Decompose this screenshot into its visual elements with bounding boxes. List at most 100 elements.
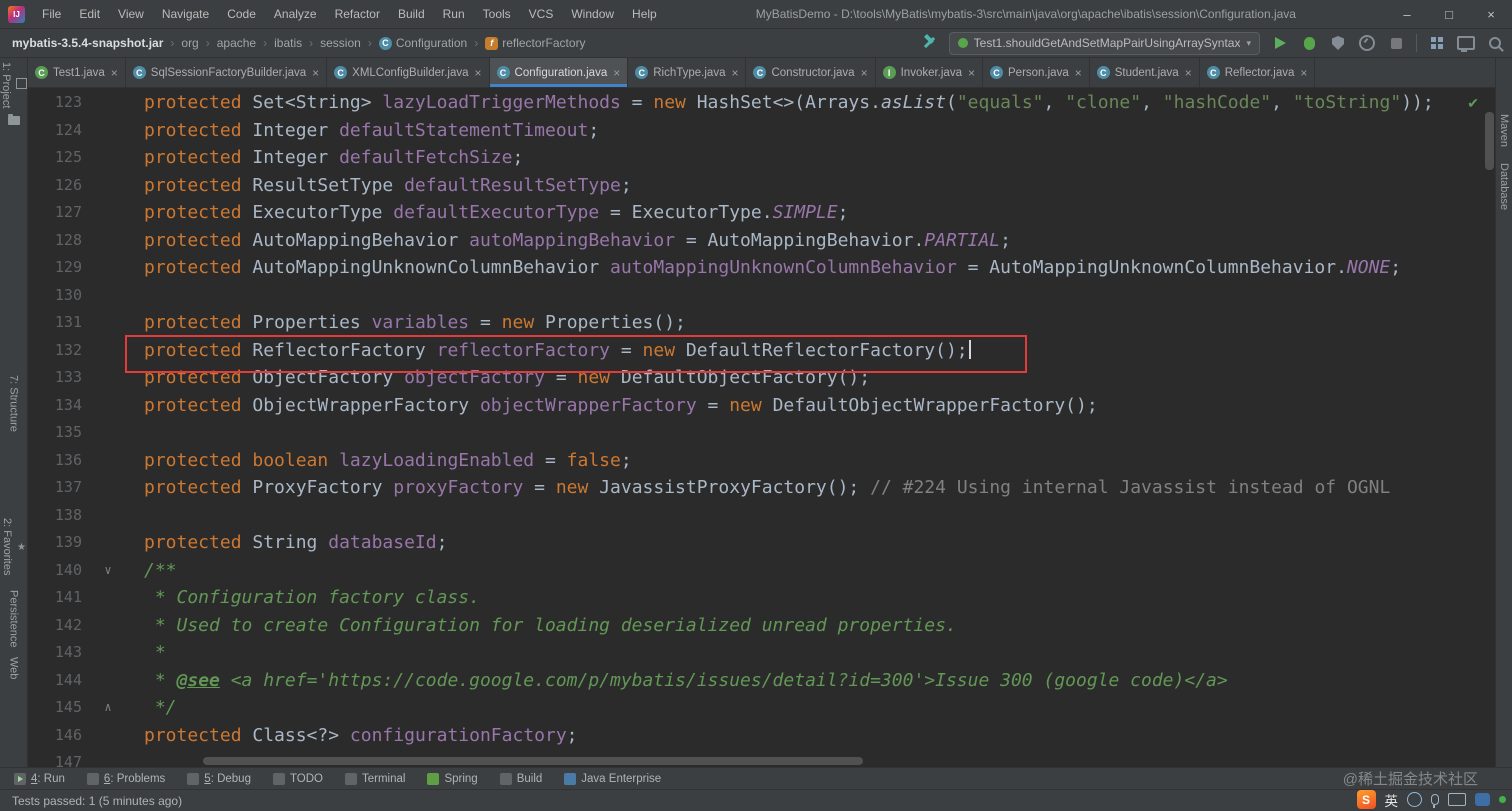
microphone-icon[interactable]	[1431, 794, 1439, 808]
line-number[interactable]: 144	[28, 667, 82, 695]
vertical-scrollbar-thumb[interactable]	[1485, 112, 1494, 170]
ime-language-indicator[interactable]: 英	[1385, 790, 1399, 810]
toolwindow-button-4-run[interactable]: 4: Run	[14, 772, 65, 785]
menu-refactor[interactable]: Refactor	[326, 7, 389, 21]
tab-close-icon[interactable]: ×	[968, 66, 975, 80]
breadcrumb-item-session[interactable]: session	[320, 36, 361, 50]
run-button[interactable]	[1271, 34, 1289, 52]
menu-file[interactable]: File	[33, 7, 70, 21]
line-number[interactable]: 123	[28, 89, 82, 117]
stop-button[interactable]	[1387, 34, 1405, 52]
sidebar-item-database[interactable]: Database	[1498, 163, 1510, 210]
maximize-button[interactable]: □	[1428, 0, 1470, 28]
code-text[interactable]	[134, 282, 1483, 310]
toolwindow-button-build[interactable]: Build	[499, 772, 542, 785]
breadcrumb-item-ibatis[interactable]: ibatis	[274, 36, 302, 50]
line-number[interactable]: 126	[28, 172, 82, 200]
sidebar-item-web[interactable]: Web	[8, 657, 20, 679]
menu-edit[interactable]: Edit	[70, 7, 109, 21]
sidebar-item-7-structure[interactable]: 7: Structure	[8, 375, 20, 432]
sogou-ime-icon[interactable]: S	[1356, 790, 1376, 809]
menu-analyze[interactable]: Analyze	[265, 7, 326, 21]
line-number[interactable]: 128	[28, 227, 82, 255]
menu-navigate[interactable]: Navigate	[153, 7, 218, 21]
tab-invoker-java[interactable]: I Invoker.java ×	[876, 58, 983, 87]
code-text[interactable]: protected Set<String> lazyLoadTriggerMet…	[134, 89, 1483, 117]
vertical-scrollbar[interactable]	[1485, 88, 1494, 755]
sidebar-item-1-project[interactable]: 1: Project	[0, 62, 27, 108]
code-text[interactable]: * Configuration factory class.	[134, 584, 1483, 612]
code-text[interactable]: protected Properties variables = new Pro…	[134, 309, 1483, 337]
line-number[interactable]: 138	[28, 502, 82, 530]
code-text[interactable]: * Used to create Configuration for loadi…	[134, 612, 1483, 640]
emoji-icon[interactable]	[1407, 792, 1422, 807]
line-number[interactable]: 137	[28, 474, 82, 502]
toolwindow-button-java-enterprise[interactable]: Java Enterprise	[564, 772, 661, 785]
inspections-ok-icon[interactable]: ✔	[1467, 95, 1479, 112]
tab-xmlconfigbuilder-java[interactable]: C XMLConfigBuilder.java ×	[327, 58, 490, 87]
menu-view[interactable]: View	[109, 7, 153, 21]
tab-close-icon[interactable]: ×	[613, 66, 620, 80]
tab-close-icon[interactable]: ×	[312, 66, 319, 80]
tab-richtype-java[interactable]: C RichType.java ×	[628, 58, 747, 87]
line-number[interactable]: 136	[28, 447, 82, 475]
tab-close-icon[interactable]: ×	[1300, 66, 1307, 80]
menu-code[interactable]: Code	[218, 7, 265, 21]
code-text[interactable]: /**	[134, 557, 1483, 585]
code-text[interactable]	[134, 502, 1483, 530]
code-text[interactable]: */	[134, 694, 1483, 722]
line-number[interactable]: 146	[28, 722, 82, 750]
horizontal-scrollbar[interactable]	[134, 757, 1473, 765]
code-text[interactable]: protected Class<?> configurationFactory;	[134, 722, 1483, 750]
run-anything-button[interactable]	[1428, 34, 1446, 52]
tab-close-icon[interactable]: ×	[1075, 66, 1082, 80]
keyboard-icon[interactable]	[1448, 793, 1466, 806]
code-text[interactable]: protected AutoMappingUnknownColumnBehavi…	[134, 254, 1483, 282]
line-number[interactable]: 135	[28, 419, 82, 447]
tab-person-java[interactable]: C Person.java ×	[983, 58, 1090, 87]
toolwindow-button-5-debug[interactable]: 5: Debug	[187, 772, 251, 785]
line-number[interactable]: 139	[28, 529, 82, 557]
sidebar-item-2-favorites[interactable]: ★ 2: Favorites	[1, 518, 26, 575]
run-configuration-select[interactable]: Test1.shouldGetAndSetMapPairUsingArraySy…	[948, 31, 1260, 55]
line-number[interactable]: 133	[28, 364, 82, 392]
sidebar-folder-icon[interactable]	[7, 114, 20, 126]
tab-test1-java[interactable]: C Test1.java ×	[28, 58, 126, 87]
profiler-button[interactable]	[1358, 34, 1376, 52]
code-text[interactable]: protected ResultSetType defaultResultSet…	[134, 172, 1483, 200]
code-text[interactable]	[134, 419, 1483, 447]
tool-windows-button[interactable]	[1457, 34, 1475, 52]
menu-run[interactable]: Run	[434, 7, 474, 21]
tab-reflector-java[interactable]: C Reflector.java ×	[1200, 58, 1316, 87]
line-number[interactable]: 129	[28, 254, 82, 282]
tab-close-icon[interactable]: ×	[731, 66, 738, 80]
gutter-icon[interactable]: ∧	[82, 694, 134, 722]
tab-close-icon[interactable]: ×	[861, 66, 868, 80]
code-text[interactable]: protected Integer defaultStatementTimeou…	[134, 117, 1483, 145]
tab-constructor-java[interactable]: C Constructor.java ×	[746, 58, 876, 87]
line-number[interactable]: 145	[28, 694, 82, 722]
line-number[interactable]: 130	[28, 282, 82, 310]
line-number[interactable]: 140	[28, 557, 82, 585]
tab-student-java[interactable]: C Student.java ×	[1090, 58, 1200, 87]
tab-sqlsessionfactorybuilder-java[interactable]: C SqlSessionFactoryBuilder.java ×	[126, 58, 328, 87]
breadcrumb-item-apache[interactable]: apache	[217, 36, 256, 50]
tab-close-icon[interactable]: ×	[475, 66, 482, 80]
code-text[interactable]: protected AutoMappingBehavior autoMappin…	[134, 227, 1483, 255]
coverage-button[interactable]	[1329, 34, 1347, 52]
menu-build[interactable]: Build	[389, 7, 434, 21]
menu-help[interactable]: Help	[623, 7, 666, 21]
line-number[interactable]: 143	[28, 639, 82, 667]
tab-configuration-java[interactable]: C Configuration.java ×	[489, 58, 629, 87]
debug-button[interactable]	[1300, 34, 1318, 52]
line-number[interactable]: 132	[28, 337, 82, 365]
toolwindow-button-terminal[interactable]: Terminal	[344, 772, 405, 785]
line-number[interactable]: 142	[28, 612, 82, 640]
line-number[interactable]: 141	[28, 584, 82, 612]
menu-vcs[interactable]: VCS	[520, 7, 563, 21]
code-text[interactable]: * @see <a href='https://code.google.com/…	[134, 667, 1483, 695]
close-button[interactable]: ×	[1470, 0, 1512, 28]
menu-tools[interactable]: Tools	[474, 7, 520, 21]
breadcrumb-item-reflectorfactory[interactable]: f reflectorFactory	[485, 36, 586, 50]
code-text[interactable]: protected ProxyFactory proxyFactory = ne…	[134, 474, 1483, 502]
